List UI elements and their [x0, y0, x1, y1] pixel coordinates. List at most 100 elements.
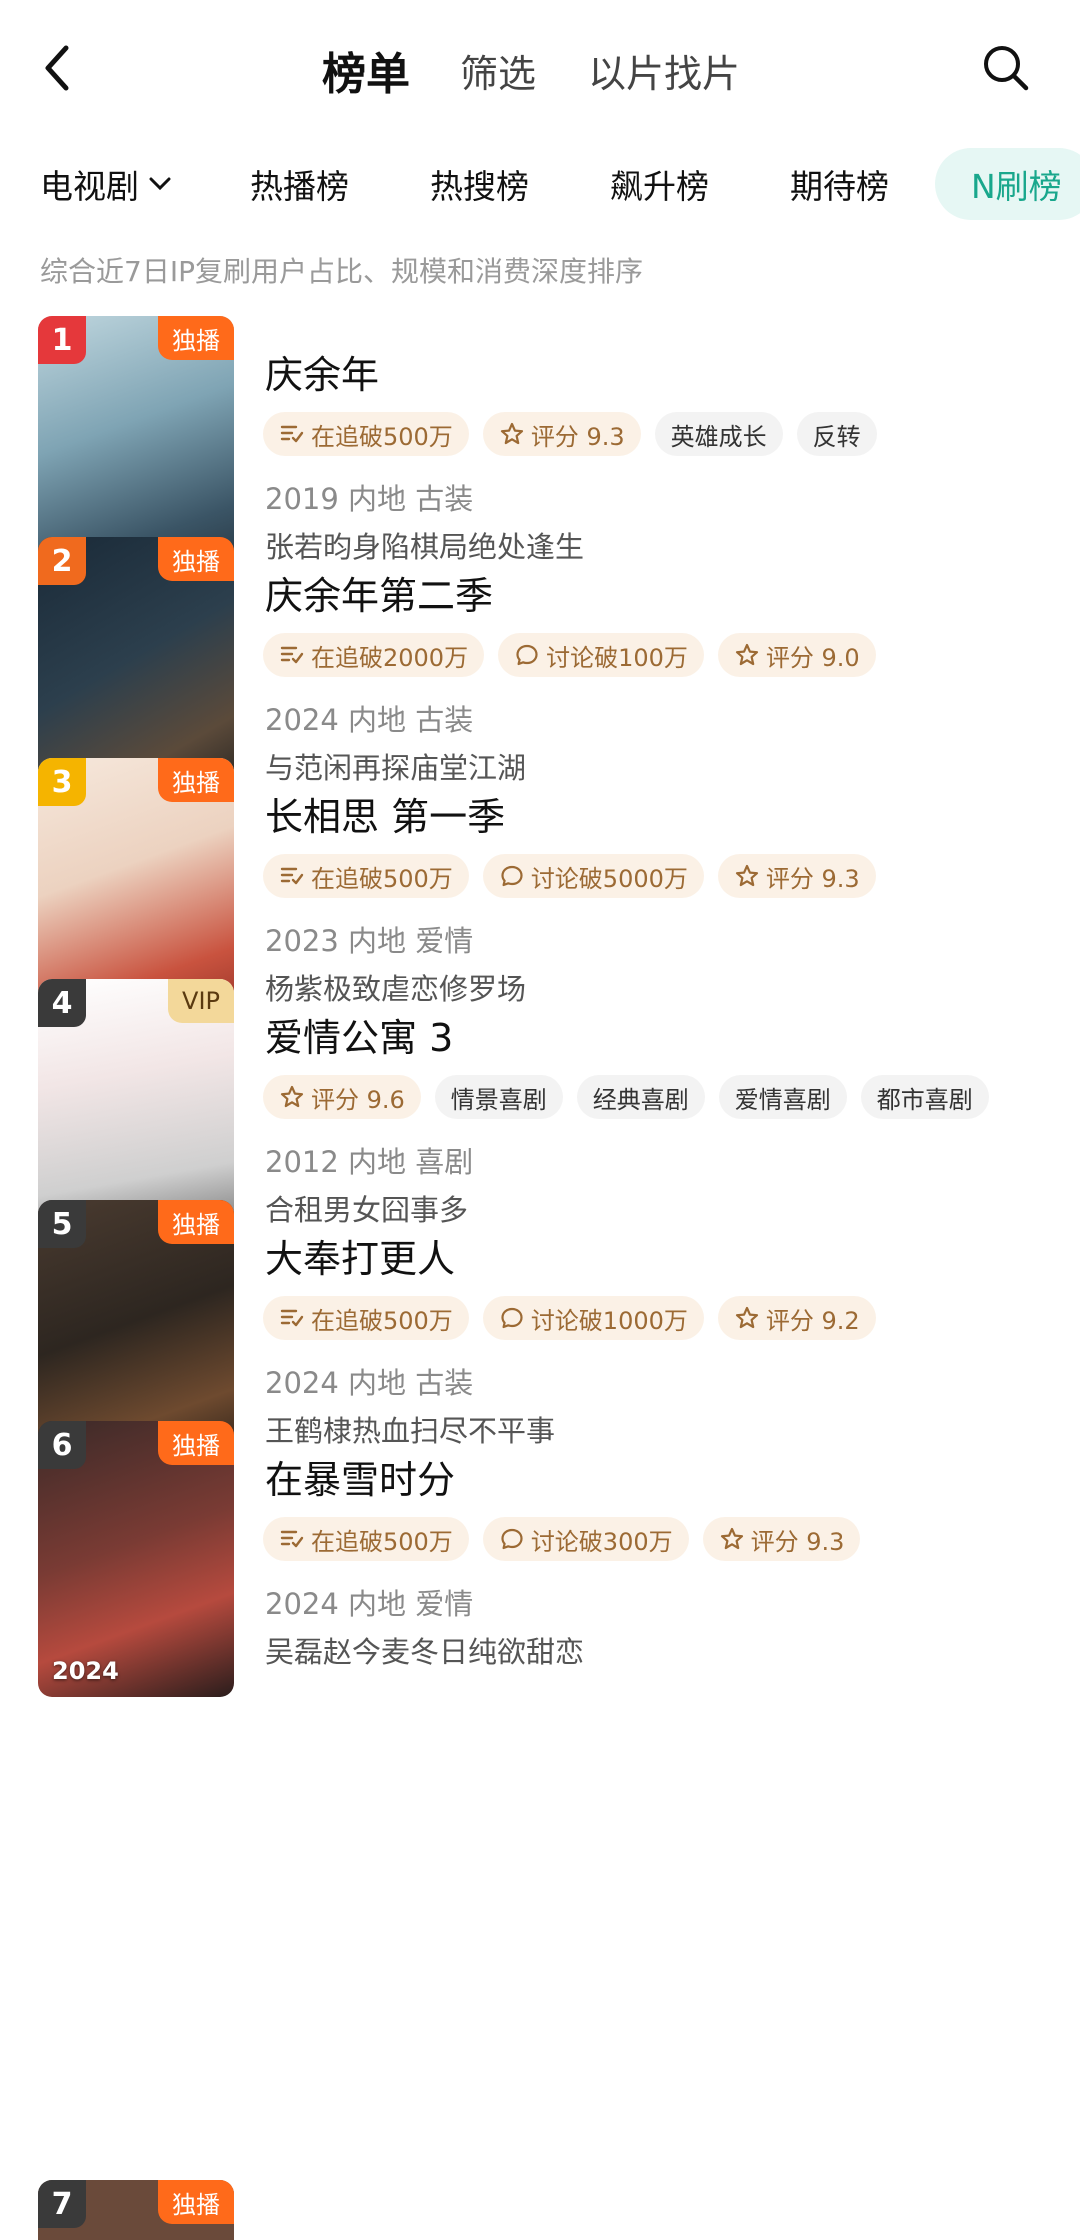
- tag-row: 评分 9.6 情景喜剧 经典喜剧 爱情喜剧 都市喜剧: [263, 1075, 1003, 1119]
- exclusive-badge: 独播: [158, 758, 234, 802]
- tag[interactable]: 都市喜剧: [860, 1075, 989, 1119]
- tag-label: 评分 9.2: [765, 1306, 860, 1335]
- show-title[interactable]: 在暴雪时分: [265, 1449, 455, 1504]
- tab-hot-play[interactable]: 热播榜: [250, 148, 349, 220]
- chase-icon: [280, 646, 304, 664]
- tag-label: 情景喜剧: [450, 1085, 547, 1114]
- category-dropdown[interactable]: 电视剧: [40, 148, 171, 220]
- show-summary: 吴磊赵今麦冬日纯欲甜恋: [265, 1635, 585, 1669]
- tag-label: 评分 9.6: [311, 1085, 405, 1114]
- tag[interactable]: 爱情喜剧: [718, 1075, 847, 1119]
- tag-label: 英雄成长: [670, 422, 767, 451]
- show-meta: 2023 内地 爱情: [265, 924, 474, 958]
- tag[interactable]: 在追破2000万: [263, 633, 485, 677]
- tag-label: 讨论破1000万: [530, 1306, 688, 1335]
- tag[interactable]: 评分 9.2: [717, 1296, 876, 1340]
- show-title[interactable]: 大奉打更人: [265, 1228, 455, 1283]
- star-icon: [500, 422, 523, 445]
- tag[interactable]: 在追破500万: [263, 854, 469, 898]
- back-arrow-icon[interactable]: [38, 40, 78, 96]
- rank-badge: 3: [38, 758, 86, 806]
- star-icon: [735, 864, 758, 887]
- tag-label: 讨论破100万: [546, 643, 688, 672]
- star-icon: [720, 1527, 743, 1550]
- tag[interactable]: 讨论破1000万: [482, 1296, 704, 1340]
- rank-badge: 1: [38, 316, 86, 364]
- show-meta: 2012 内地 喜剧: [265, 1145, 474, 1179]
- tag-label: 都市喜剧: [876, 1085, 973, 1114]
- tag[interactable]: 在追破500万: [263, 1296, 469, 1340]
- chase-icon: [280, 1309, 304, 1327]
- tag[interactable]: 讨论破5000万: [482, 854, 704, 898]
- partial-poster-7[interactable]: 7 独播: [38, 2180, 234, 2240]
- tag-label: 在追破500万: [311, 864, 453, 893]
- search-icon[interactable]: [980, 42, 1032, 94]
- poster-image[interactable]: 6 独播 2024: [38, 1421, 234, 1697]
- comment-icon: [501, 1307, 523, 1329]
- comment-icon: [501, 865, 523, 887]
- tab-ranking[interactable]: 榜单: [322, 38, 410, 102]
- tag[interactable]: 在追破500万: [263, 1517, 469, 1561]
- tab-rewatch[interactable]: N刷榜: [935, 148, 1080, 220]
- vip-badge: VIP: [168, 979, 234, 1023]
- tag-label: 在追破500万: [311, 1306, 453, 1335]
- tag-label: 评分 9.3: [750, 1527, 845, 1556]
- rank-badge: 6: [38, 1421, 86, 1469]
- exclusive-badge: 独播: [158, 1421, 234, 1465]
- tag[interactable]: 反转: [796, 412, 877, 456]
- tag[interactable]: 评分 9.6: [263, 1075, 421, 1119]
- tag-label: 讨论破5000万: [530, 864, 688, 893]
- tag-label: 评分 9.0: [765, 643, 860, 672]
- show-title[interactable]: 长相思 第一季: [265, 786, 505, 841]
- rank-badge: 5: [38, 1200, 86, 1248]
- exclusive-badge: 独播: [158, 2180, 234, 2224]
- tag[interactable]: 英雄成长: [654, 412, 783, 456]
- tag-label: 评分 9.3: [765, 864, 860, 893]
- list-item[interactable]: 6 独播 2024 在暴雪时分在追破500万 讨论破300万 评分 9.3 2024 内地 …: [0, 1421, 1080, 1697]
- tag-label: 在追破2000万: [311, 643, 469, 672]
- tag[interactable]: 在追破500万: [263, 412, 469, 456]
- chevron-down-icon: [149, 177, 171, 191]
- tab-search-by-image[interactable]: 以片找片: [588, 43, 740, 98]
- tag-label: 在追破500万: [311, 1527, 453, 1556]
- star-icon: [735, 643, 758, 666]
- header-tabs: 榜单 筛选 以片找片: [322, 38, 792, 102]
- tag-row: 在追破2000万 讨论破100万 评分 9.0: [263, 633, 890, 677]
- chase-icon: [280, 1530, 304, 1548]
- comment-icon: [501, 1528, 523, 1550]
- show-title[interactable]: 庆余年第二季: [265, 565, 493, 620]
- exclusive-badge: 独播: [158, 316, 234, 360]
- chase-icon: [280, 425, 304, 443]
- exclusive-badge: 独播: [158, 537, 234, 581]
- exclusive-badge: 独播: [158, 1200, 234, 1244]
- show-title[interactable]: 爱情公寓 3: [265, 1007, 453, 1062]
- tag-row: 在追破500万 评分 9.3 英雄成长 反转: [263, 412, 891, 456]
- tab-hot-search[interactable]: 热搜榜: [430, 148, 529, 220]
- tag-row: 在追破500万 讨论破300万 评分 9.3: [263, 1517, 874, 1561]
- rank-badge: 7: [38, 2180, 86, 2228]
- tag[interactable]: 评分 9.3: [702, 1517, 861, 1561]
- show-meta: 2024 内地 爱情: [265, 1587, 474, 1621]
- tag-label: 经典喜剧: [592, 1085, 689, 1114]
- poster-year: 2024: [52, 1657, 119, 1685]
- tag[interactable]: 讨论破100万: [498, 633, 704, 677]
- tag-label: 反转: [812, 422, 861, 451]
- tab-filter[interactable]: 筛选: [460, 43, 536, 98]
- rank-badge: 4: [38, 979, 86, 1027]
- tag[interactable]: 评分 9.3: [717, 854, 876, 898]
- tag[interactable]: 经典喜剧: [576, 1075, 705, 1119]
- show-meta: 2019 内地 古装: [265, 482, 474, 516]
- show-title[interactable]: 庆余年: [265, 344, 379, 399]
- tag[interactable]: 讨论破300万: [482, 1517, 689, 1561]
- tag[interactable]: 情景喜剧: [434, 1075, 563, 1119]
- tab-rising[interactable]: 飙升榜: [610, 148, 709, 220]
- rank-badge: 2: [38, 537, 86, 585]
- tag-label: 评分 9.3: [530, 422, 625, 451]
- tag[interactable]: 评分 9.3: [482, 412, 641, 456]
- category-tabs: 电视剧 热播榜 热搜榜 飙升榜 期待榜 N刷榜: [0, 148, 1080, 224]
- tag-row: 在追破500万 讨论破5000万 评分 9.3: [263, 854, 890, 898]
- tag-row: 在追破500万 讨论破1000万 评分 9.2: [263, 1296, 890, 1340]
- chase-icon: [280, 867, 304, 885]
- tag[interactable]: 评分 9.0: [717, 633, 876, 677]
- tab-anticipated[interactable]: 期待榜: [790, 148, 889, 220]
